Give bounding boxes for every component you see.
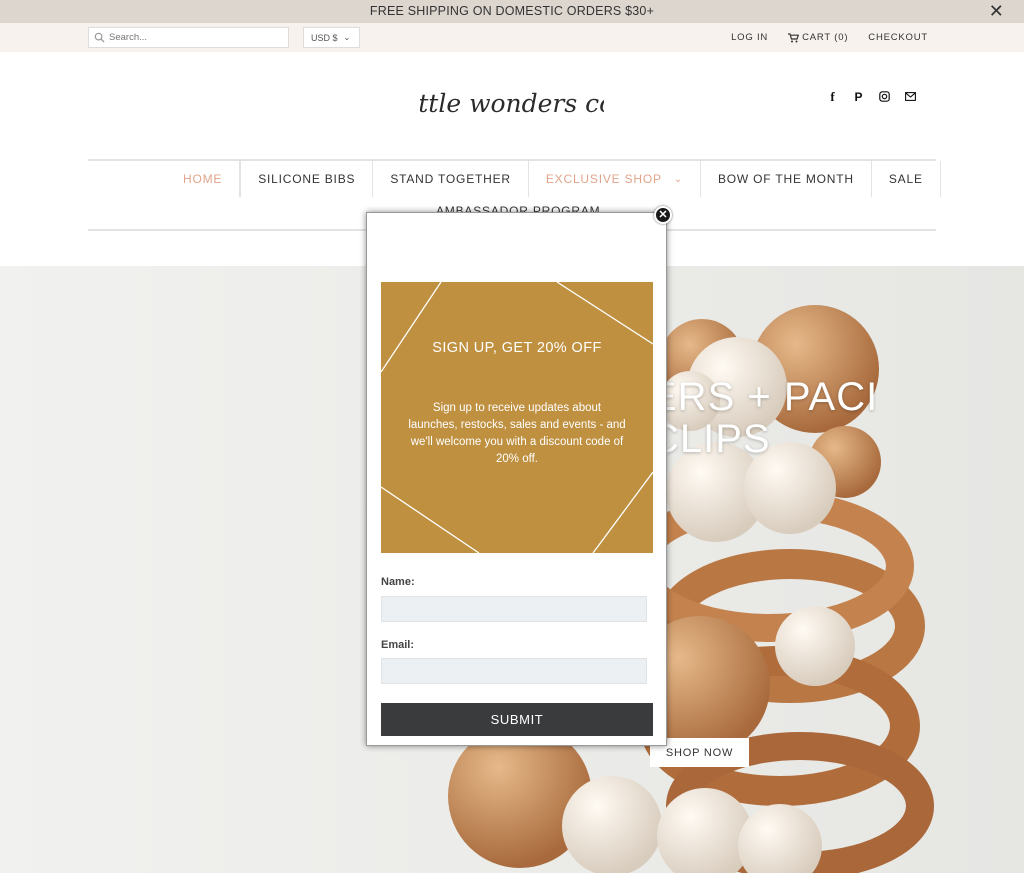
cart-icon [788,32,800,42]
submit-button[interactable]: SUBMIT [381,703,653,736]
email-field[interactable] [381,658,647,684]
social-links: f P [826,89,917,104]
nav-item-silicone-bibs[interactable]: SILICONE BIBS [240,161,374,197]
promo-body: Sign up to receive updates about launche… [408,402,626,465]
nav-item-home[interactable]: HOME [166,161,241,197]
logo[interactable]: little wonders co. [420,82,604,128]
chevron-down-icon: ⌄ [343,33,351,42]
name-label: Name: [381,576,415,588]
signup-popup: SIGN UP, GET 20% OFF Sign up to receive … [366,212,667,746]
currency-value: USD $ [311,32,338,43]
nav-item-stand-together[interactable]: STAND TOGETHER [373,161,529,197]
pinterest-icon[interactable]: P [852,90,865,104]
close-icon[interactable]: ✕ [989,0,1004,22]
announcement-text: FREE SHIPPING ON DOMESTIC ORDERS $30+ [369,4,655,18]
currency-select[interactable]: USD $ ⌄ [303,27,360,48]
nav-item-sale[interactable]: SALE [872,161,941,197]
search-icon [94,32,105,43]
utility-bar: USD $ ⌄ LOG IN CART (0) CHECKOUT [0,23,1024,52]
search-input[interactable] [109,32,279,43]
login-link[interactable]: LOG IN [731,32,768,43]
cart-label: CART (0) [802,32,849,43]
mail-icon[interactable] [904,90,917,103]
email-label: Email: [381,639,415,651]
promo-banner: SIGN UP, GET 20% OFF Sign up to receive … [381,282,653,553]
checkout-link[interactable]: CHECKOUT [868,32,928,43]
promo-title: SIGN UP, GET 20% OFF [432,340,602,356]
nav-item-exclusive-shop[interactable]: EXCLUSIVE SHOP ⌄ [529,161,701,197]
facebook-icon[interactable]: f [826,89,839,104]
chevron-down-icon: ⌄ [673,173,683,185]
cart-link[interactable]: CART (0) [788,32,848,43]
name-field[interactable] [381,596,647,622]
hero-title: ERS + PACI CLIPS [650,375,879,461]
search-box[interactable] [88,27,289,48]
nav-item-bow-of-the-month[interactable]: BOW OF THE MONTH [701,161,872,197]
instagram-icon[interactable] [878,90,891,103]
close-icon[interactable]: ✕ [654,206,672,224]
logo-text: little wonders co. [420,89,604,118]
announcement-bar: FREE SHIPPING ON DOMESTIC ORDERS $30+ ✕ [0,0,1024,23]
main-nav: HOME SILICONE BIBS STAND TOGETHER EXCLUS… [166,161,941,197]
